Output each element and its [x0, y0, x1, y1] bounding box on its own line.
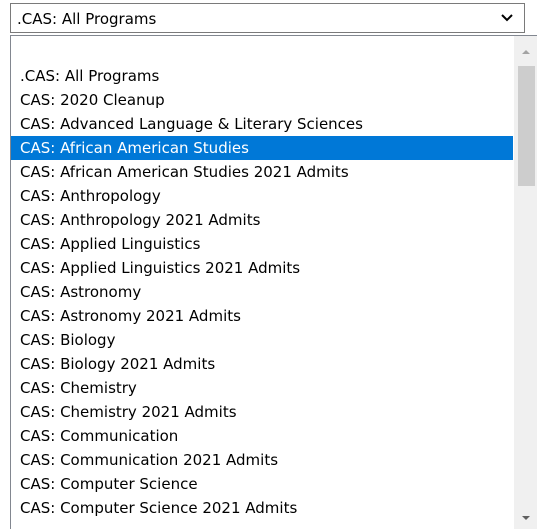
- dropdown-option[interactable]: CAS: Biology: [11, 328, 513, 352]
- dropdown-option[interactable]: CAS: Applied Linguistics 2021 Admits: [11, 256, 513, 280]
- dropdown-list: .CAS: All Programs CAS: 2020 Cleanup CAS: …: [10, 35, 537, 529]
- scroll-down-arrow-icon[interactable]: [514, 506, 537, 529]
- dropdown-option[interactable]: CAS: Astronomy 2021 Admits: [11, 304, 513, 328]
- options-list: .CAS: All Programs CAS: 2020 Cleanup CAS: …: [11, 64, 513, 520]
- dropdown-option[interactable]: CAS: Biology 2021 Admits: [11, 352, 513, 376]
- vertical-scrollbar[interactable]: [514, 36, 537, 529]
- dropdown-option[interactable]: CAS: 2020 Cleanup: [11, 88, 513, 112]
- dropdown-option[interactable]: CAS: Computer Science: [11, 472, 513, 496]
- dropdown-option[interactable]: CAS: Chemistry 2021 Admits: [11, 400, 513, 424]
- dropdown-option[interactable]: CAS: Communication: [11, 424, 513, 448]
- dropdown-option[interactable]: CAS: Chemistry: [11, 376, 513, 400]
- dropdown-option[interactable]: CAS: African American Studies 2021 Admit…: [11, 160, 513, 184]
- dropdown-option[interactable]: CAS: Anthropology: [11, 184, 513, 208]
- scrollbar-thumb[interactable]: [518, 66, 535, 186]
- dropdown-option[interactable]: CAS: Applied Linguistics: [11, 232, 513, 256]
- program-select[interactable]: .CAS: All Programs: [10, 3, 525, 33]
- select-current-value: .CAS: All Programs: [17, 10, 157, 28]
- dropdown-option[interactable]: CAS: Computer Science 2021 Admits: [11, 496, 513, 520]
- dropdown-option[interactable]: .CAS: All Programs: [11, 64, 513, 88]
- chevron-down-icon[interactable]: [500, 11, 514, 25]
- dropdown-option[interactable]: CAS: Advanced Language & Literary Scienc…: [11, 112, 513, 136]
- dropdown-option[interactable]: CAS: Astronomy: [11, 280, 513, 304]
- dropdown-option[interactable]: CAS: Anthropology 2021 Admits: [11, 208, 513, 232]
- dropdown-option[interactable]: CAS: Communication 2021 Admits: [11, 448, 513, 472]
- dropdown-option[interactable]: CAS: African American Studies: [11, 136, 513, 160]
- scroll-up-arrow-icon[interactable]: [514, 40, 537, 64]
